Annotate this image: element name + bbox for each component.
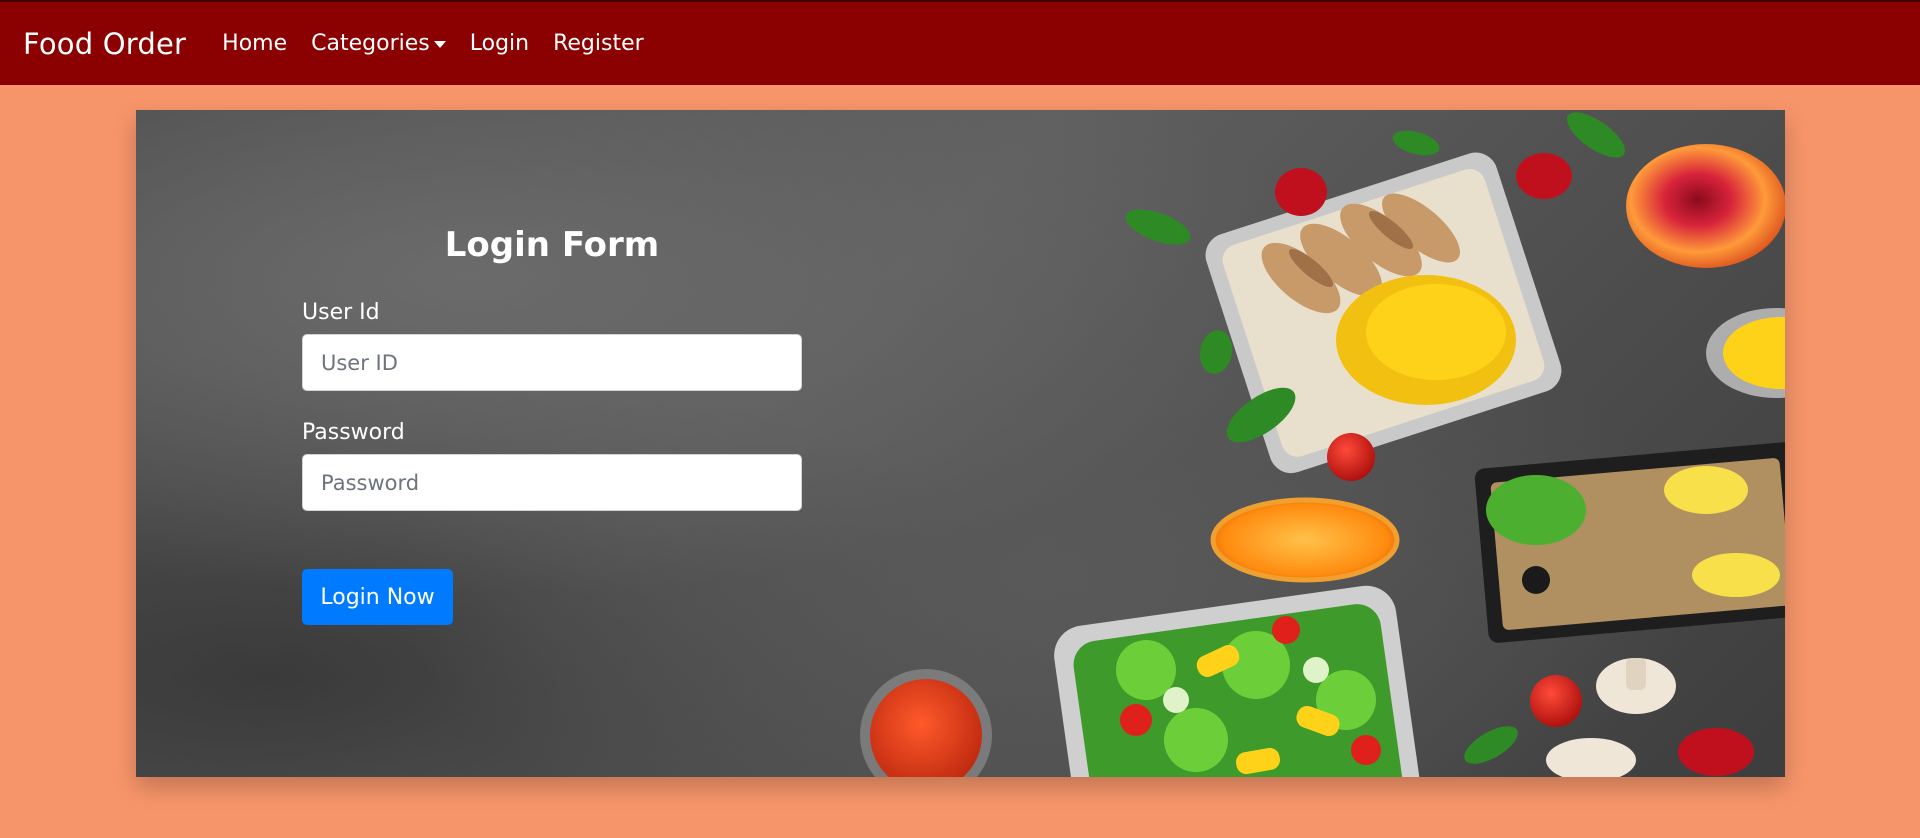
nav-link-categories-label: Categories <box>311 31 430 56</box>
login-now-button[interactable]: Login Now <box>302 569 453 625</box>
nav-links: Home Categories Login Register <box>222 31 668 56</box>
login-form: Login Form User Id Password Login Now <box>302 220 802 625</box>
nav-link-categories-dropdown[interactable]: Categories <box>311 31 446 56</box>
sauce-cup <box>860 669 992 777</box>
nav-link-register[interactable]: Register <box>553 31 644 56</box>
navbar: Food Order Home Categories Login Registe… <box>0 2 1920 85</box>
nav-link-login-label: Login <box>469 31 530 56</box>
fish-box <box>1474 442 1785 643</box>
password-label: Password <box>302 420 405 445</box>
cream-cup <box>1706 308 1785 398</box>
nav-link-login[interactable]: Login <box>470 31 529 56</box>
orange-slice <box>1210 497 1400 583</box>
nav-link-register-label: Register <box>553 31 644 56</box>
peach-half <box>1626 144 1785 268</box>
login-card: Login Form User Id Password Login Now <box>136 110 1785 777</box>
nav-link-home[interactable]: Home <box>222 31 287 56</box>
nav-link-home-label: Home <box>222 31 288 56</box>
form-title: Login Form <box>444 225 660 265</box>
brand-logo[interactable]: Food Order <box>23 27 186 61</box>
caret-down-icon <box>433 41 446 48</box>
user-id-input[interactable] <box>302 334 802 391</box>
password-input[interactable] <box>302 454 802 511</box>
salad-tray <box>1054 585 1423 777</box>
user-id-label: User Id <box>302 300 380 325</box>
